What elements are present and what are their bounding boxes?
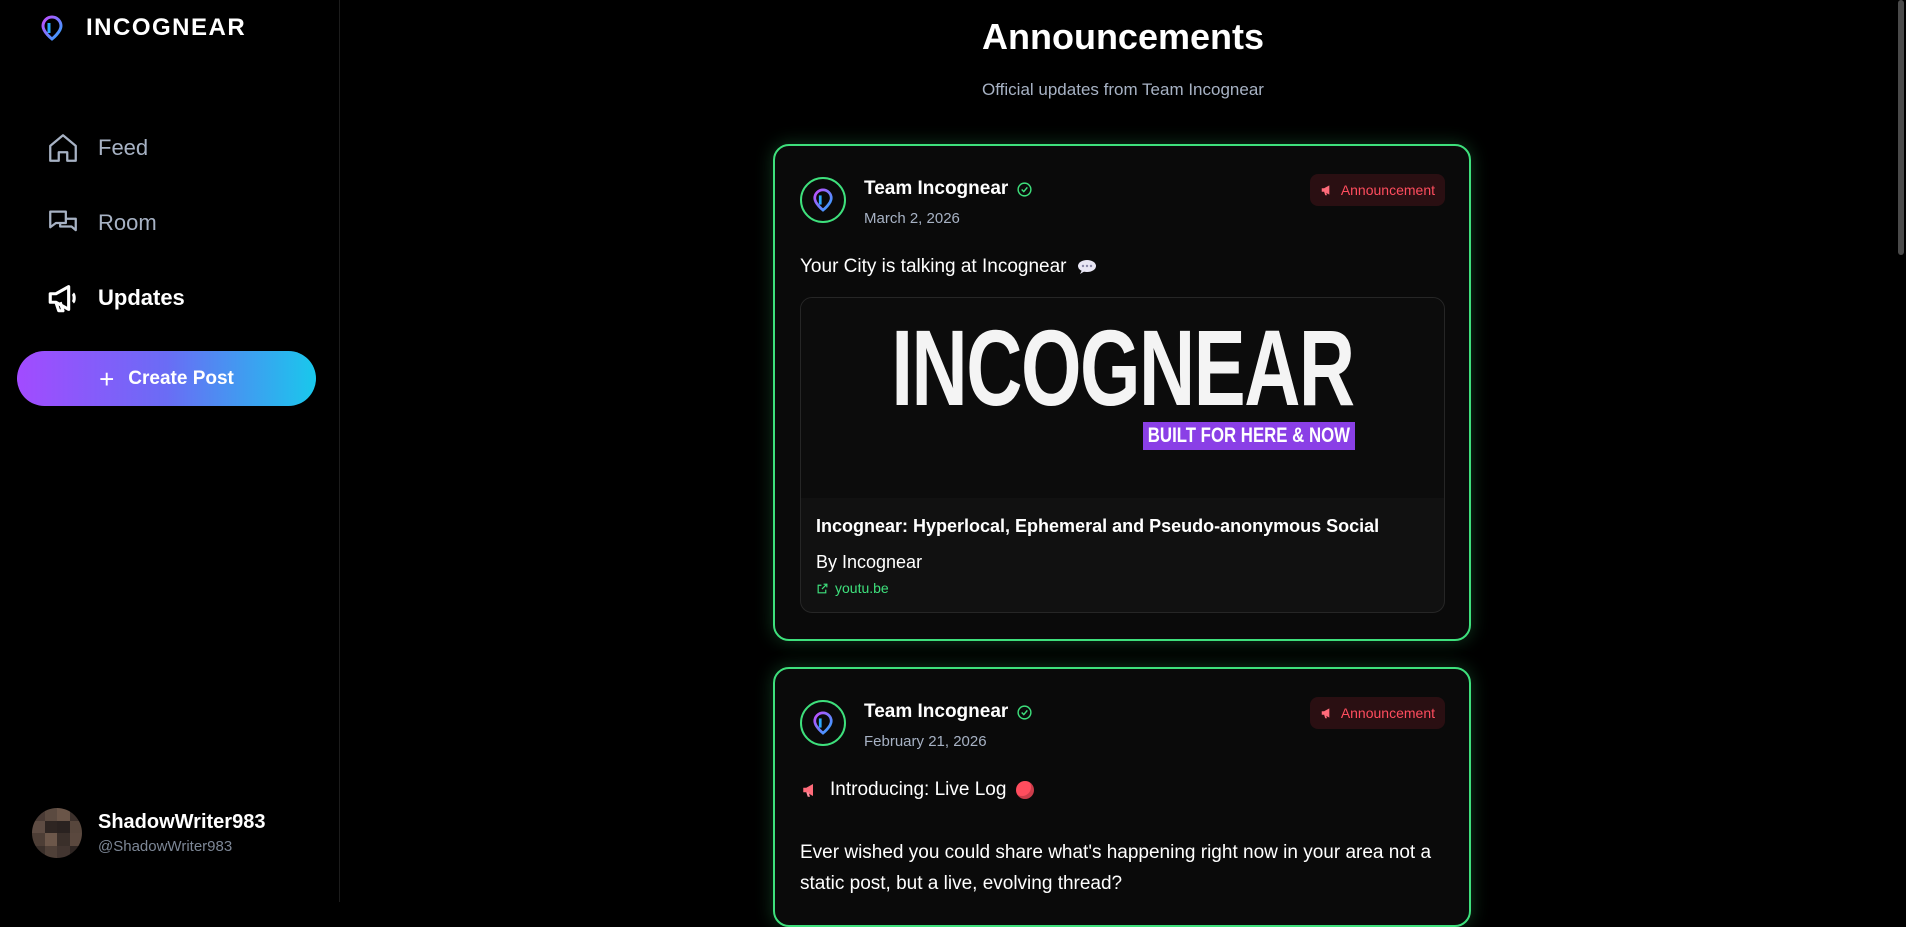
red-circle-icon xyxy=(1016,781,1035,799)
announcement-card: Team Incognear February 21, 2026 Announc… xyxy=(773,667,1471,927)
page-subtitle: Official updates from Team Incognear xyxy=(982,80,1264,99)
sidebar-item-label: Room xyxy=(98,209,157,235)
incognear-logo-icon xyxy=(813,188,833,212)
post-text-content: Your City is talking at Incognear xyxy=(800,256,1067,277)
thumbnail-tagline: BUILT FOR HERE & NOW xyxy=(1143,422,1355,450)
main-content: Announcements Official updates from Team… xyxy=(340,0,1906,927)
megaphone-icon xyxy=(48,284,76,312)
link-title: Incognear: Hyperlocal, Ephemeral and Pse… xyxy=(816,516,1380,536)
badge-label: Announcement xyxy=(1340,182,1435,198)
link-domain-text: youtu.be xyxy=(835,580,889,596)
incognear-logo-icon xyxy=(41,15,63,41)
user-name: ShadowWriter983 xyxy=(98,811,266,833)
brand-logo[interactable]: INCOGNEAR xyxy=(40,14,246,42)
verified-check-icon xyxy=(1017,181,1032,197)
plus-icon: + xyxy=(99,363,115,394)
create-post-button[interactable]: + Create Post xyxy=(17,351,316,406)
link-preview-card[interactable]: INCOGNEAR BUILT FOR HERE & NOW Incognear… xyxy=(800,297,1445,613)
post-body: Ever wished you could share what's happe… xyxy=(800,842,1432,894)
post-text: Your City is talking at Incognear xyxy=(800,256,1097,278)
sidebar-item-updates[interactable]: Updates xyxy=(46,260,185,335)
sidebar-item-room[interactable]: Room xyxy=(46,185,185,260)
incognear-logo-icon xyxy=(813,711,833,735)
sidebar-item-label: Feed xyxy=(98,134,149,160)
link-domain[interactable]: youtu.be xyxy=(816,580,889,596)
home-icon xyxy=(49,133,77,162)
megaphone-icon xyxy=(1321,185,1330,196)
author-avatar[interactable] xyxy=(800,700,846,746)
scrollbar[interactable] xyxy=(1898,0,1904,255)
chat-bubbles-icon xyxy=(49,210,77,231)
author-name-text: Team Incognear xyxy=(864,178,1009,199)
post-text-content: Introducing: Live Log xyxy=(830,779,1007,800)
user-profile[interactable]: ShadowWriter983 @ShadowWriter983 xyxy=(32,808,265,858)
page-title: Announcements xyxy=(981,16,1265,57)
author-name[interactable]: Team Incognear xyxy=(864,178,1033,200)
post-text: Introducing: Live Log xyxy=(800,779,1035,801)
author-name-text: Team Incognear xyxy=(864,701,1009,722)
brand-name: INCOGNEAR xyxy=(86,14,247,41)
external-link-icon xyxy=(817,583,828,593)
author-avatar[interactable] xyxy=(800,177,846,223)
verified-check-icon xyxy=(1017,704,1032,720)
megaphone-icon xyxy=(1321,708,1330,719)
thumbnail-brand-text: INCOGNEAR xyxy=(891,307,1355,428)
sidebar-nav: Feed Room Updates xyxy=(46,110,185,335)
megaphone-emoji-icon xyxy=(803,784,813,797)
sidebar: INCOGNEAR Feed Room Updates + Create Pos… xyxy=(0,0,340,902)
user-handle: @ShadowWriter983 xyxy=(98,838,233,855)
announcement-badge: Announcement xyxy=(1309,697,1445,729)
sidebar-item-label: Updates xyxy=(98,284,185,310)
link-preview-thumbnail: INCOGNEAR BUILT FOR HERE & NOW xyxy=(801,298,1444,498)
badge-label: Announcement xyxy=(1340,705,1435,721)
announcement-card: Team Incognear March 2, 2026 Announcemen… xyxy=(773,144,1471,641)
post-date: March 2, 2026 xyxy=(864,210,960,227)
sidebar-item-feed[interactable]: Feed xyxy=(46,110,185,185)
author-name[interactable]: Team Incognear xyxy=(864,701,1033,723)
post-date: February 21, 2026 xyxy=(864,733,987,750)
speech-balloon-icon xyxy=(1077,260,1096,274)
link-author: By Incognear xyxy=(816,552,923,572)
avatar xyxy=(32,808,82,858)
create-post-label: Create Post xyxy=(128,367,234,389)
announcement-badge: Announcement xyxy=(1309,174,1445,206)
